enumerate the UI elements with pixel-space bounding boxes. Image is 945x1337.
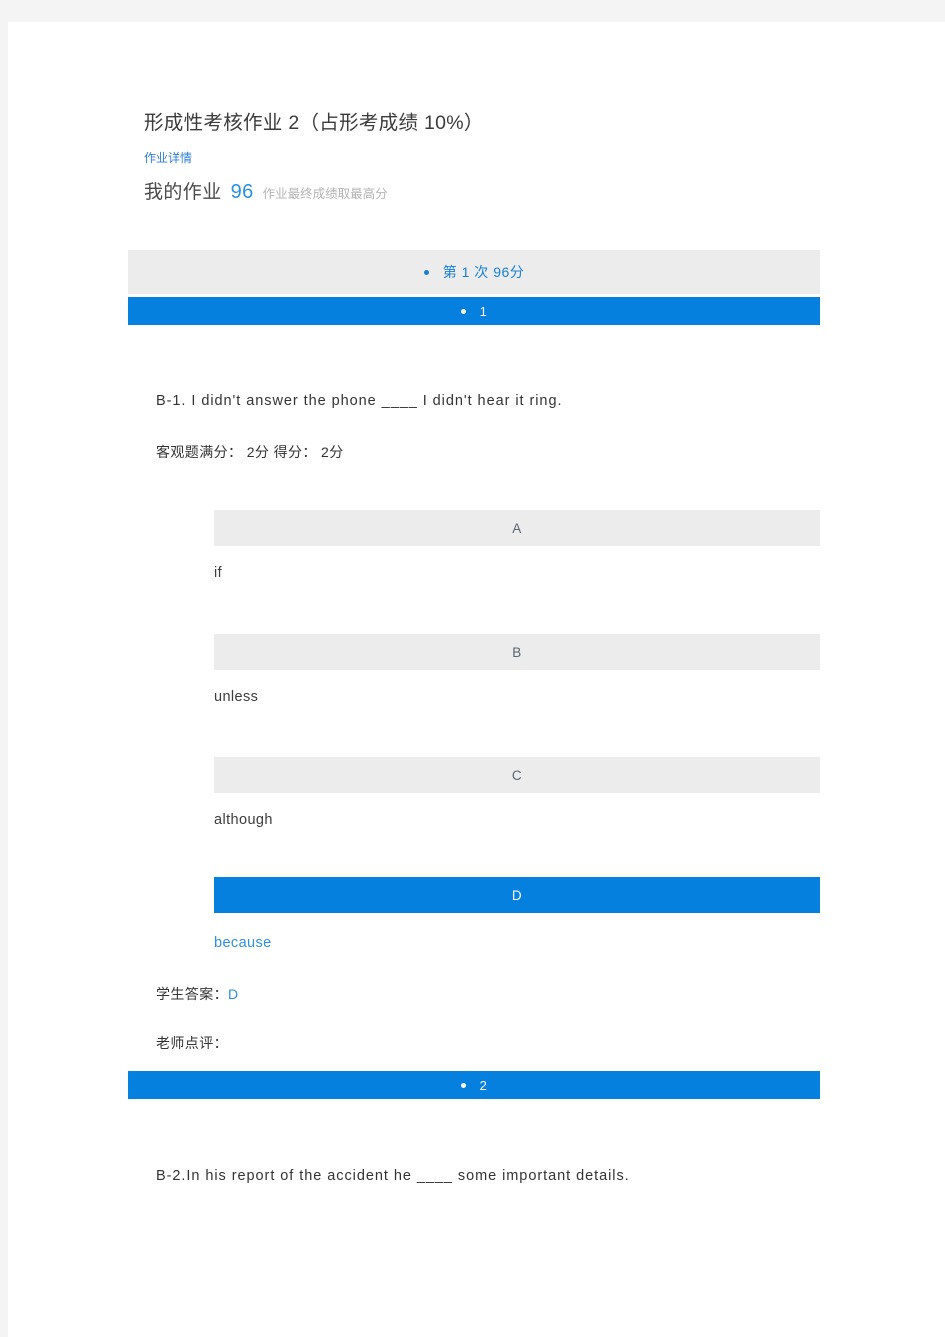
- option-text-b: unless: [214, 689, 259, 705]
- bullet-icon: [460, 308, 466, 314]
- student-answer-value: D: [228, 986, 239, 1002]
- option-letter-c: C: [511, 767, 523, 783]
- teacher-comment-row: 老师点评：: [156, 1033, 228, 1053]
- option-letter-b: B: [512, 644, 522, 660]
- option-header-a[interactable]: A: [214, 510, 820, 546]
- my-work-label: 我的作业: [144, 182, 222, 203]
- question-number-label: 2: [479, 1077, 488, 1093]
- content-card: 形成性考核作业 2（占形考成绩 10%） 作业详情 我的作业 96 作业最终成绩…: [8, 22, 945, 1337]
- attempt-tab-strip: 第 1 次 96分: [128, 250, 820, 294]
- option-text-c: although: [214, 812, 273, 828]
- question-number-bar-2[interactable]: 2: [128, 1071, 820, 1099]
- student-answer-row: 学生答案：D: [156, 984, 239, 1004]
- question-stem-1: B-1. I didn't answer the phone ____ I di…: [156, 393, 563, 409]
- student-answer-label: 学生答案：: [156, 986, 228, 1002]
- question-score-line-1: 客观题满分： 2分 得分： 2分: [156, 444, 344, 460]
- option-text-a: if: [214, 565, 223, 581]
- my-work-score: 96: [230, 181, 254, 203]
- option-header-d[interactable]: D: [214, 877, 820, 913]
- question-number-label: 1: [479, 303, 488, 319]
- option-header-c[interactable]: C: [214, 757, 820, 793]
- my-work-note: 作业最终成绩取最高分: [262, 187, 388, 201]
- option-text-d: because: [214, 935, 272, 951]
- my-work-summary: 我的作业 96 作业最终成绩取最高分: [144, 177, 388, 204]
- attempt-tab-1[interactable]: 第 1 次 96分: [423, 262, 525, 282]
- teacher-comment-label: 老师点评：: [156, 1035, 228, 1051]
- question-number-bar-1[interactable]: 1: [128, 297, 820, 325]
- bullet-icon: [423, 269, 429, 275]
- page-title: 形成性考核作业 2（占形考成绩 10%）: [144, 112, 484, 134]
- option-header-b[interactable]: B: [214, 634, 820, 670]
- page-background: 形成性考核作业 2（占形考成绩 10%） 作业详情 我的作业 96 作业最终成绩…: [0, 0, 945, 1337]
- option-letter-a: A: [512, 520, 522, 536]
- question-stem-2: B-2.In his report of the accident he ___…: [156, 1168, 630, 1184]
- option-letter-d: D: [511, 887, 523, 903]
- assignment-detail-link[interactable]: 作业详情: [144, 149, 192, 166]
- attempt-tab-label: 第 1 次 96分: [442, 264, 525, 280]
- bullet-icon: [460, 1082, 466, 1088]
